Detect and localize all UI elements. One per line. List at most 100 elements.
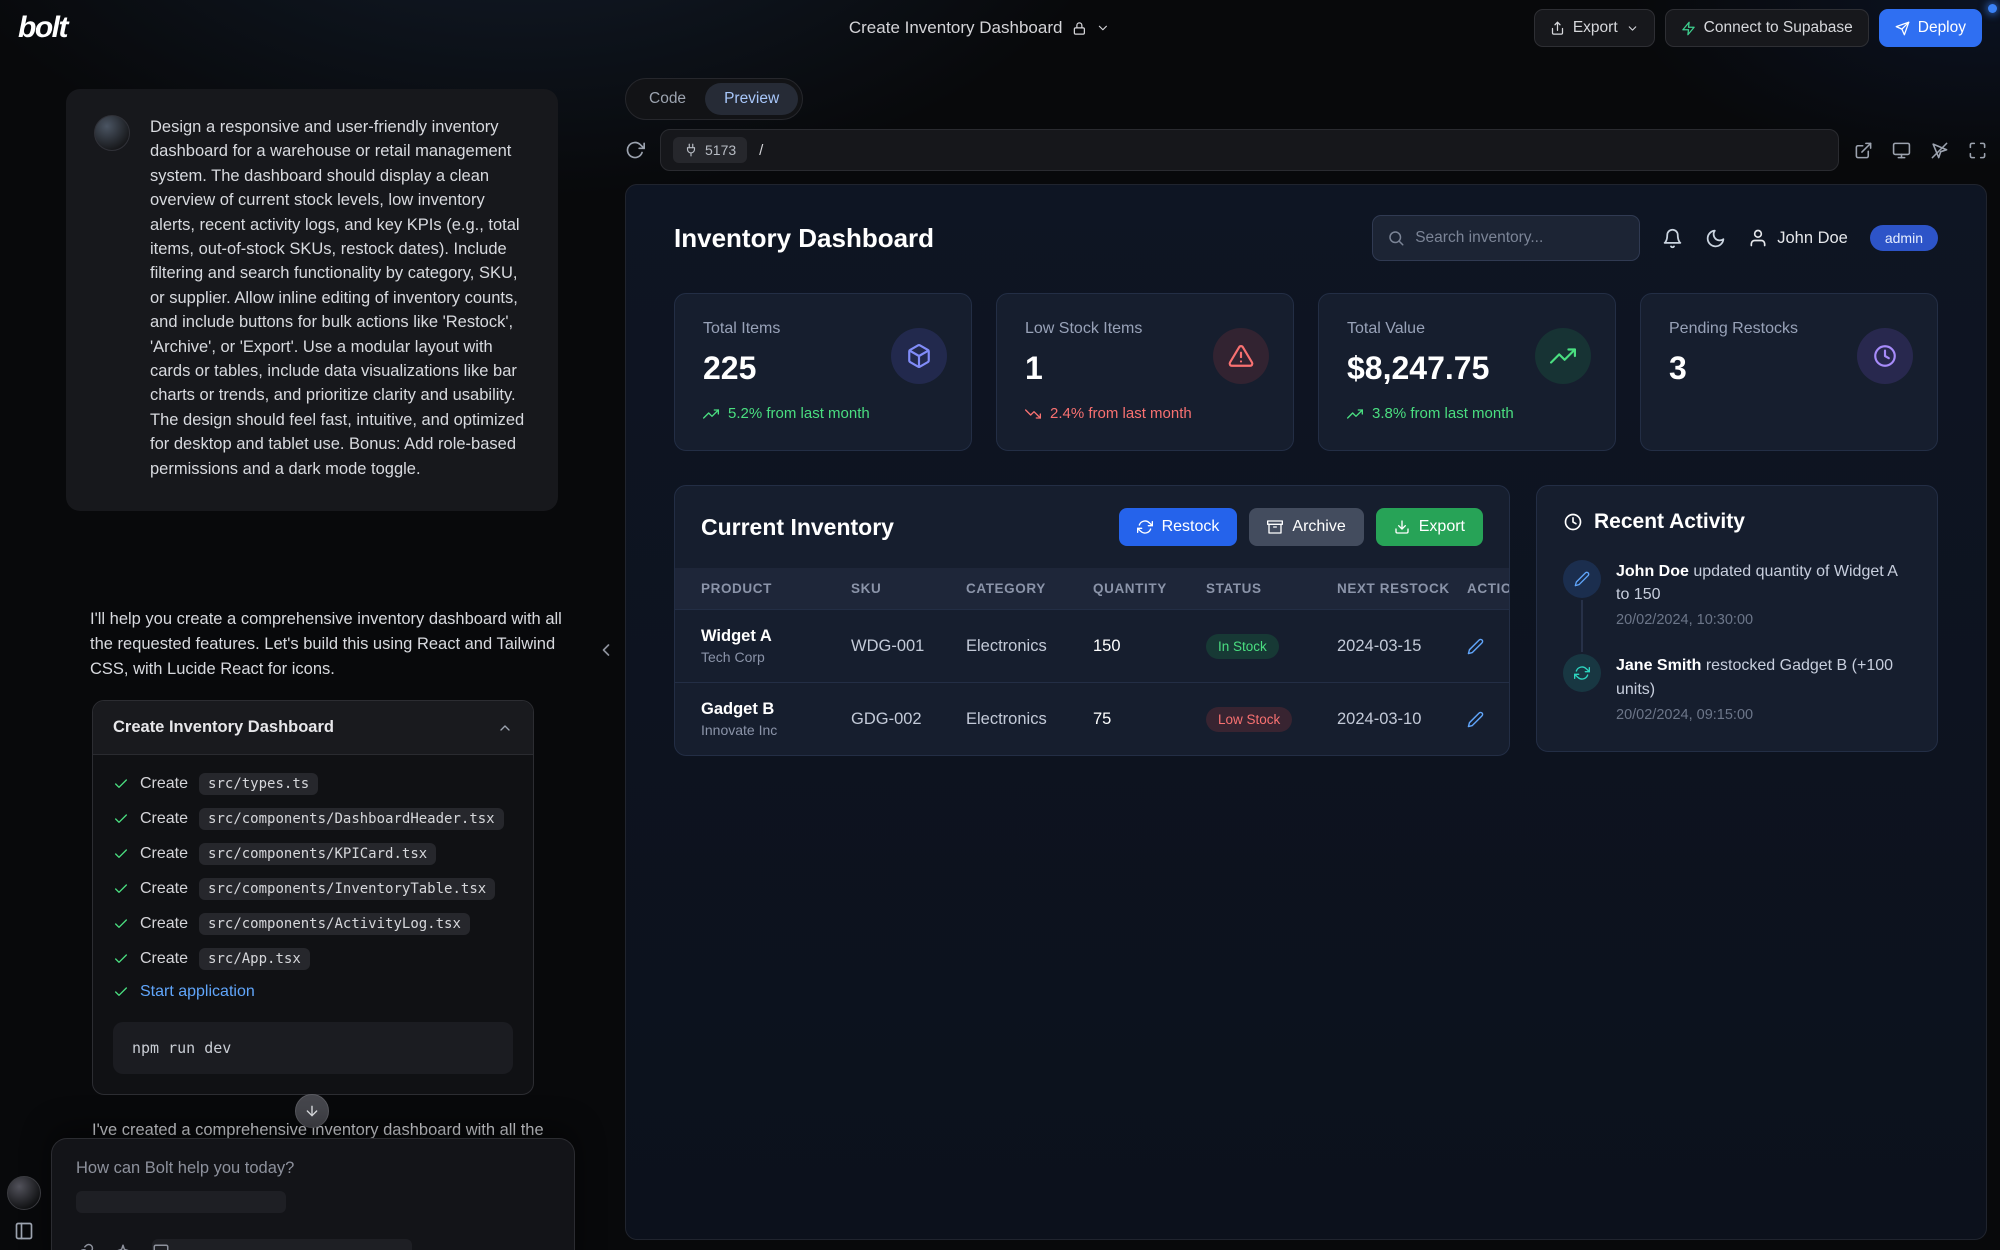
reload-icon[interactable] (625, 140, 645, 160)
artifact-header[interactable]: Create Inventory Dashboard (93, 701, 533, 755)
archive-button[interactable]: Archive (1249, 508, 1363, 546)
dashboard-header: Inventory Dashboard John Doe admin (626, 185, 1986, 283)
file-chip[interactable]: src/components/KPICard.tsx (199, 843, 436, 865)
chat-input[interactable] (76, 1159, 550, 1178)
check-icon (113, 846, 129, 862)
pencil-icon (1563, 560, 1601, 598)
view-switcher: Code Preview (625, 78, 803, 120)
check-icon (113, 811, 129, 827)
user-message-card: Design a responsive and user-friendly in… (66, 89, 558, 511)
chat-mode-icon[interactable] (152, 1243, 170, 1250)
tab-code[interactable]: Code (630, 83, 705, 115)
cell-category: Electronics (966, 710, 1093, 729)
dashboard-title: Inventory Dashboard (674, 223, 934, 254)
col-sku: SKU (851, 581, 966, 596)
clock-icon (1563, 512, 1583, 532)
cell-next-restock: 2024-03-10 (1337, 710, 1467, 729)
kpi-card-total-value: Total Value $8,247.75 3.8% from last mon… (1318, 293, 1616, 451)
attach-link-icon[interactable] (76, 1243, 94, 1250)
user-menu[interactable]: John Doe (1748, 228, 1848, 248)
port-badge[interactable]: 5173 (673, 137, 747, 163)
activity-item: Jane Smith restocked Gadget B (+100 unit… (1563, 654, 1911, 726)
alert-triangle-icon (1213, 328, 1269, 384)
user-icon (1748, 228, 1768, 248)
activity-actor: Jane Smith (1616, 657, 1701, 674)
trending-up-icon (1535, 328, 1591, 384)
cell-next-restock: 2024-03-15 (1337, 637, 1467, 656)
export-button[interactable]: Export (1534, 9, 1655, 47)
step-action: Create (140, 915, 188, 933)
cell-quantity[interactable]: 150 (1093, 637, 1206, 656)
step-action: Create (140, 880, 188, 898)
port-number: 5173 (705, 142, 736, 158)
url-bar[interactable]: 5173 / (660, 129, 1839, 171)
user-prompt-text: Design a responsive and user-friendly in… (150, 115, 530, 481)
arrow-down-icon (304, 1103, 320, 1119)
user-name: John Doe (1777, 229, 1848, 248)
col-category: CATEGORY (966, 581, 1093, 596)
trending-down-icon (1025, 406, 1041, 422)
file-chip[interactable]: src/App.tsx (199, 948, 310, 970)
inventory-panel: Current Inventory Restock Archive (674, 485, 1510, 756)
chevron-down-icon (1095, 21, 1109, 35)
table-row[interactable]: Widget A Tech Corp WDG-001 Electronics 1… (675, 609, 1509, 682)
artifact-step: Create src/components/DashboardHeader.ts… (113, 808, 513, 830)
pencil-icon (1467, 711, 1484, 728)
notifications-bell-icon[interactable] (1662, 228, 1683, 249)
rocket-icon (1895, 21, 1910, 36)
restock-button[interactable]: Restock (1119, 508, 1238, 546)
role-badge: admin (1870, 225, 1938, 251)
artifact-step: Create src/components/KPICard.tsx (113, 843, 513, 865)
project-title: Create Inventory Dashboard (849, 18, 1063, 38)
inventory-search[interactable] (1372, 215, 1640, 261)
tab-preview[interactable]: Preview (705, 83, 798, 115)
edit-row-button[interactable] (1467, 638, 1509, 655)
artifact-card: Create Inventory Dashboard Create src/ty… (92, 700, 534, 1095)
bolt-logo[interactable]: bolt (18, 11, 67, 45)
start-application-link[interactable]: Start application (140, 983, 255, 1001)
package-icon (891, 328, 947, 384)
edit-row-button[interactable] (1467, 711, 1509, 728)
share-icon (1550, 21, 1565, 36)
supabase-label: Connect to Supabase (1704, 19, 1853, 37)
kpi-delta: 2.4% from last month (1025, 405, 1265, 422)
activity-title: Recent Activity (1594, 510, 1745, 534)
inspector-off-icon[interactable] (1930, 141, 1949, 160)
file-chip[interactable]: src/components/InventoryTable.tsx (199, 878, 495, 900)
account-avatar[interactable] (7, 1176, 41, 1210)
product-name: Gadget B (701, 700, 851, 719)
file-chip[interactable]: src/components/DashboardHeader.tsx (199, 808, 504, 830)
dark-mode-toggle-icon[interactable] (1705, 228, 1726, 249)
collapse-chat-handle[interactable] (596, 640, 616, 660)
timeline-line (1581, 600, 1583, 652)
scroll-to-bottom-button[interactable] (295, 1094, 329, 1128)
inventory-panel-header: Current Inventory Restock Archive (675, 486, 1509, 568)
project-title-menu[interactable]: Create Inventory Dashboard (849, 0, 1110, 56)
cell-quantity[interactable]: 75 (1093, 710, 1206, 729)
search-input[interactable] (1415, 229, 1625, 247)
trending-up-icon (1347, 406, 1363, 422)
connect-supabase-button[interactable]: Connect to Supabase (1665, 9, 1869, 47)
browser-actions (1854, 141, 1987, 160)
clock-icon (1857, 328, 1913, 384)
archive-icon (1267, 519, 1283, 535)
preview-browser-bar: 5173 / (625, 126, 1987, 174)
activity-item: John Doe updated quantity of Widget A to… (1563, 560, 1911, 654)
topbar-actions: Export Connect to Supabase Deploy (1534, 9, 1982, 47)
device-preview-icon[interactable] (1892, 141, 1911, 160)
artifact-title: Create Inventory Dashboard (113, 718, 334, 737)
activity-time: 20/02/2024, 10:30:00 (1616, 612, 1911, 628)
table-row[interactable]: Gadget B Innovate Inc GDG-002 Electronic… (675, 682, 1509, 755)
export-csv-button[interactable]: Export (1376, 508, 1483, 546)
file-chip[interactable]: src/components/ActivityLog.tsx (199, 913, 470, 935)
file-chip[interactable]: src/types.ts (199, 773, 318, 795)
sidebar-toggle-icon[interactable] (14, 1221, 34, 1241)
enhance-prompt-icon[interactable] (114, 1243, 132, 1250)
fullscreen-icon[interactable] (1968, 141, 1987, 160)
activity-actor: John Doe (1616, 563, 1689, 580)
dashboard-content-row: Current Inventory Restock Archive (626, 451, 1986, 756)
deploy-button[interactable]: Deploy (1879, 9, 1982, 47)
open-external-icon[interactable] (1854, 141, 1873, 160)
start-application-step[interactable]: Start application (113, 983, 513, 1001)
bulk-action-buttons: Restock Archive Export (1119, 508, 1483, 546)
